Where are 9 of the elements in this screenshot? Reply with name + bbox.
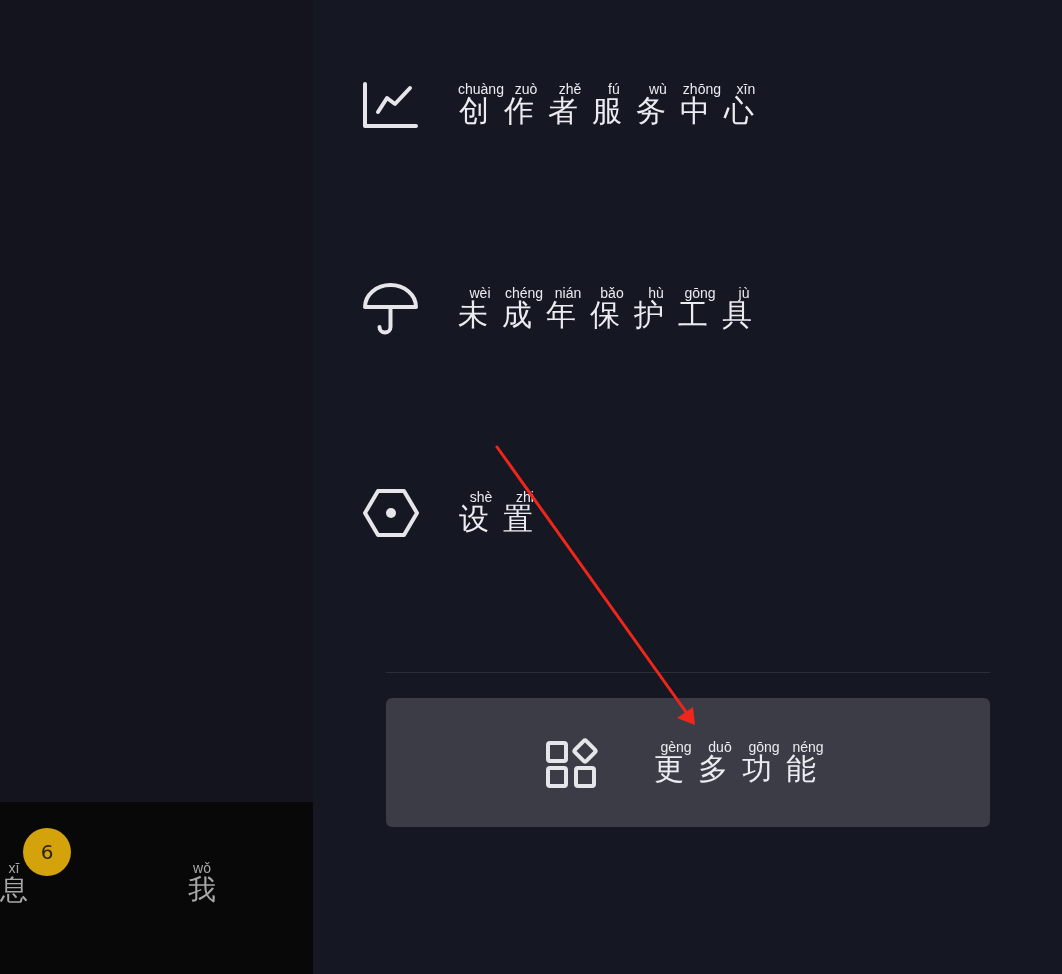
umbrella-icon xyxy=(363,283,418,335)
settings-icon xyxy=(363,489,419,537)
line-chart-icon xyxy=(363,82,418,128)
tab-item[interactable]: 我 wǒ xyxy=(188,862,216,906)
apps-grid-icon xyxy=(546,737,598,788)
menu-item[interactable]: 未 wèi 成 chéng 年 nián 保 bǎo 护 hù 工 gōng 具 jù xyxy=(363,281,766,337)
more-features-button[interactable]: 更 gèng 多 duō 功 gōng 能 néng xyxy=(386,698,990,827)
menu-item[interactable]: 创 chuàng 作 zuò 者 zhě 服 fú 务 wù 中 zhōng 心 xīn xyxy=(363,77,768,133)
notification-badge: 6 xyxy=(23,828,71,876)
